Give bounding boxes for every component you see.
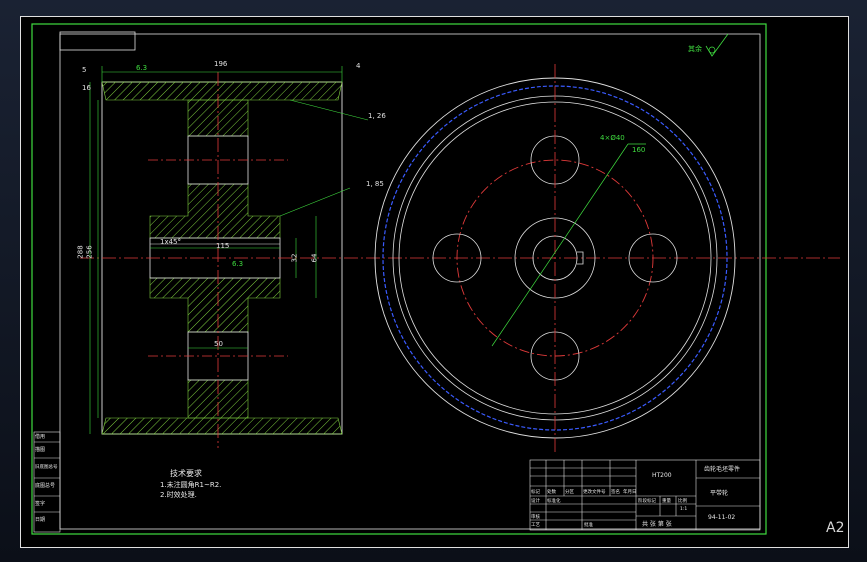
side-cell-2: 旧底图总号: [35, 465, 58, 470]
rim-bottom-hatch: [101, 417, 343, 435]
tb-approve: 批准: [584, 523, 593, 528]
dim-4: 4: [356, 62, 361, 70]
tb-row-4: 签名: [611, 490, 620, 495]
angle-1-26: 1, 26: [368, 112, 386, 120]
tb-process: 工艺: [531, 523, 540, 528]
corner-box: [59, 31, 136, 51]
tb-ratio-val: 1:1: [680, 507, 688, 512]
dim-256: 256: [85, 245, 94, 259]
tb-row-0: 标记: [531, 490, 540, 495]
dim-32: 32: [290, 253, 299, 263]
roughness-symbol: [705, 33, 729, 57]
tb-weight: 重量: [662, 499, 671, 504]
tb-row-5: 年月日: [623, 490, 637, 495]
tb-standard: 标准化: [547, 499, 561, 504]
side-cell-3: 底图总号: [35, 483, 56, 489]
dim-5: 5: [82, 66, 87, 74]
tb-stage: 阶段标记: [638, 499, 656, 504]
drawing-canvas[interactable]: 5 6.3 196 4 16 288 256 1, 26 1, 85 1x45°…: [20, 16, 849, 548]
drawing-no: 94-11-02: [708, 514, 736, 521]
pcd-label: 160: [632, 146, 646, 154]
dim-16: 16: [82, 84, 91, 92]
tb-row-3: 更改文件号: [583, 490, 606, 495]
side-cell-4: 签字: [35, 501, 46, 507]
leader-185: [279, 187, 351, 217]
dim-64: 64: [310, 253, 319, 263]
drawing-name: 齿轮毛坯零件: [704, 466, 741, 473]
dim-115: 115: [216, 242, 230, 250]
web-lower2-hatch: [149, 277, 281, 333]
side-cell-5: 日期: [35, 517, 46, 523]
roughness-text: 其余: [688, 45, 702, 53]
holes-label: 4×Ø40: [600, 134, 625, 142]
tech-item-1: 1.未注圆角R1~R2.: [160, 481, 222, 489]
rough-6-3-top: 6.3: [136, 64, 148, 72]
scale-label: 平带轮: [710, 490, 729, 497]
tb-design: 设计: [531, 499, 540, 504]
inner-border: [31, 23, 767, 535]
dim-50: 50: [214, 340, 223, 348]
cad-viewport[interactable]: 5 6.3 196 4 16 288 256 1, 26 1, 85 1x45°…: [0, 0, 867, 562]
roughness-circle: [708, 46, 716, 54]
side-cell-1: 描图: [35, 447, 46, 453]
tb-row-1: 处数: [547, 490, 556, 495]
tb-review: 审核: [531, 515, 540, 520]
sheet-size-label: A2: [826, 520, 845, 536]
angle-1-85: 1, 85: [366, 180, 384, 188]
tb-sheets: 共 张 第 张: [642, 521, 672, 528]
web-upper2-hatch: [149, 183, 281, 239]
leader-126: [289, 99, 369, 121]
rim-top-hatch: [101, 81, 343, 101]
tech-item-2: 2.时效处理.: [160, 491, 197, 499]
dim-196: 196: [214, 60, 228, 68]
rough-6-3-mid: 6.3: [232, 260, 244, 268]
side-cell-0: 借用: [35, 434, 46, 440]
chamfer-label: 1x45°: [160, 238, 182, 246]
leader-holes: [491, 143, 629, 347]
tb-ratio: 比例: [678, 499, 687, 504]
material-label: HT200: [652, 472, 672, 479]
tech-title: 技术要求: [170, 469, 202, 478]
dim-288: 288: [76, 245, 85, 259]
tb-row-2: 分区: [565, 490, 574, 495]
